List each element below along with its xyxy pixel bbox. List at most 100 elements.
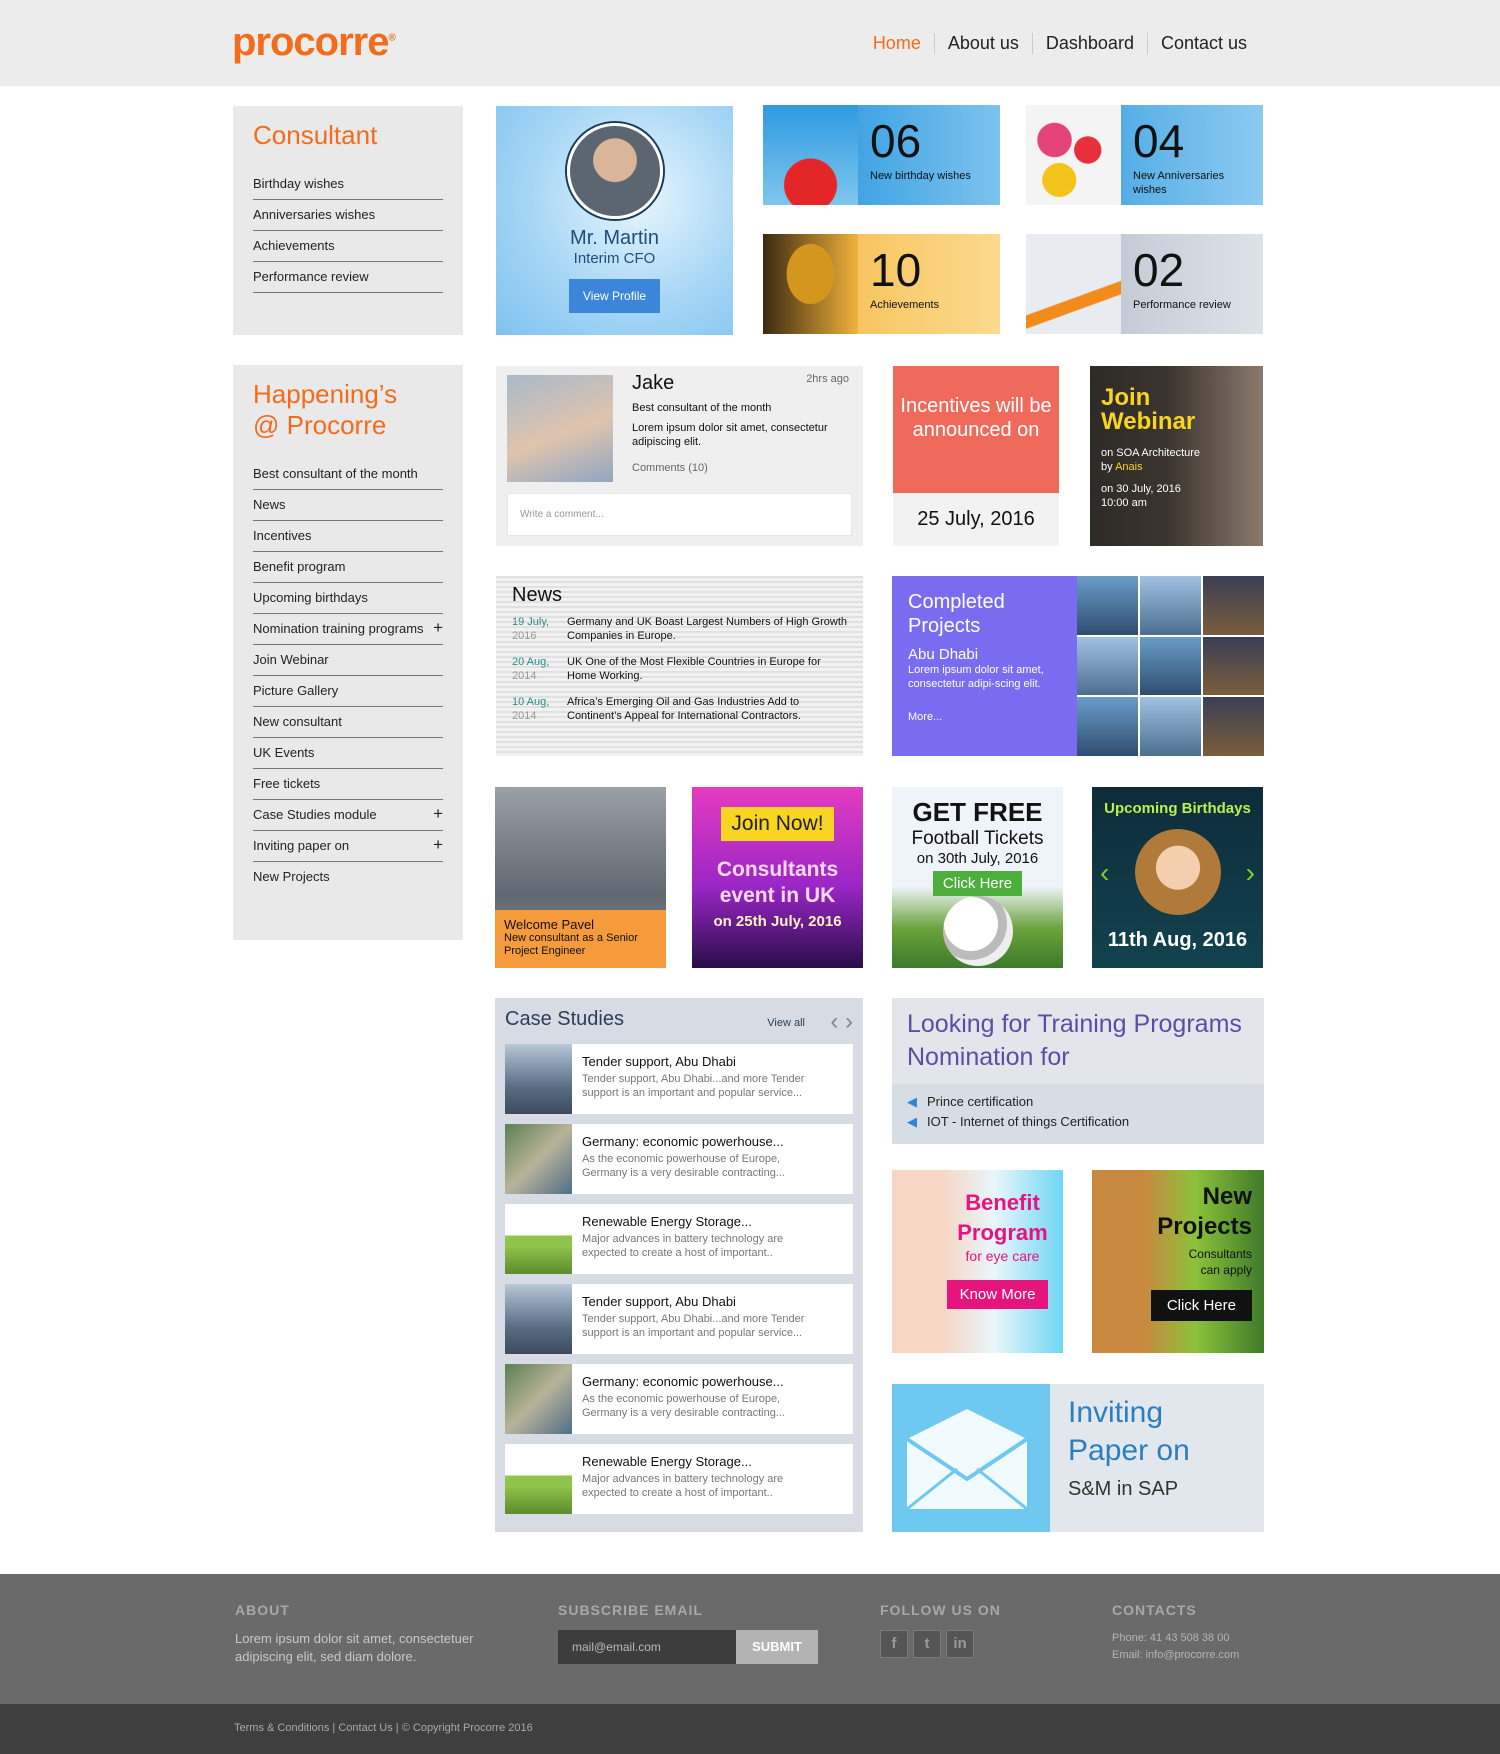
happenings-item[interactable]: Inviting paper on + — [253, 831, 443, 862]
stat-label: Performance review — [1133, 299, 1231, 311]
facebook-icon[interactable]: f — [880, 1630, 908, 1658]
footer-subscribe-title: SUBSCRIBE EMAIL — [558, 1602, 703, 1618]
nav-about[interactable]: About us — [933, 33, 1032, 54]
webinar-card[interactable]: Join Webinar on SOA Architecture by Anais … — [1090, 366, 1263, 546]
inviting-paper-card[interactable]: Inviting Paper on S&M in SAP — [892, 1384, 1264, 1532]
comment-input[interactable]: Write a comment... — [507, 493, 852, 536]
case-thumbnail — [505, 1284, 572, 1354]
consultant-item[interactable]: Birthday wishes — [253, 169, 443, 200]
project-gallery — [1077, 576, 1264, 756]
happenings-item[interactable]: Picture Gallery — [253, 676, 443, 707]
nav-dashboard[interactable]: Dashboard — [1031, 33, 1147, 54]
incentives-card[interactable]: Incentives will be announced on 25 July,… — [893, 366, 1059, 546]
gallery-image[interactable] — [1140, 636, 1201, 696]
news-text: Africa’s Emerging Oil and Gas Industries… — [567, 696, 801, 722]
copyright-bar[interactable]: Terms & Conditions | Contact Us | © Copy… — [0, 1704, 1500, 1754]
linkedin-icon[interactable]: in — [946, 1630, 974, 1658]
footer-email[interactable]: Email: info@procorre.com — [1112, 1647, 1239, 1664]
case-body: Tender support, Abu Dhabi...and more Ten… — [582, 1073, 805, 1099]
happenings-item[interactable]: Best consultant of the month — [253, 459, 443, 490]
join-now-button[interactable]: Join Now! — [721, 807, 834, 841]
case-studies-panel: Case Studies View all ‹ › Tender support… — [495, 998, 863, 1532]
training-item[interactable]: ◀ Prince certification — [907, 1094, 1249, 1110]
new-projects-button[interactable]: Click Here — [1150, 1290, 1252, 1321]
case-study-item[interactable]: Renewable Energy Storage... Major advance… — [505, 1204, 853, 1274]
welcome-body: New consultant as a Senior Project Engin… — [504, 932, 638, 957]
happenings-item[interactable]: News — [253, 490, 443, 521]
news-item[interactable]: 19 July, 2016 Germany and UK Boast Larges… — [512, 615, 847, 643]
post-comments-link[interactable]: Comments (10) — [632, 462, 708, 474]
happenings-item[interactable]: UK Events — [253, 738, 443, 769]
consultant-item[interactable]: Achievements — [253, 231, 443, 262]
happenings-item[interactable]: Incentives — [253, 521, 443, 552]
view-profile-button[interactable]: View Profile — [568, 279, 661, 313]
case-title: Germany: economic powerhouse... — [582, 1374, 784, 1389]
happenings-item[interactable]: Benefit program — [253, 552, 443, 583]
gallery-image[interactable] — [1077, 697, 1138, 756]
happenings-item[interactable]: Join Webinar — [253, 645, 443, 676]
happenings-panel: Happening’s @ Procorre Best consultant of… — [233, 365, 463, 940]
new-projects-sub: Consultants can apply — [1188, 1247, 1252, 1277]
footer-about-text: Lorem ipsum dolor sit amet, consectetuer… — [235, 1631, 474, 1664]
consultant-title: Consultant — [253, 120, 378, 150]
welcome-band: Welcome Pavel New consultant as a Senior… — [495, 910, 666, 968]
stat-performance-tile[interactable]: 02 Performance review — [1026, 234, 1263, 334]
gallery-image[interactable] — [1140, 576, 1201, 635]
consultant-item[interactable]: Anniversaries wishes — [253, 200, 443, 231]
subscribe-email-input[interactable]: mail@email.com — [558, 1630, 736, 1664]
view-all-link[interactable]: View all — [767, 1017, 805, 1029]
birthday-date: 11th Aug, 2016 — [1107, 929, 1248, 951]
nav-home[interactable]: Home — [860, 33, 934, 54]
stat-achievements-tile[interactable]: 10 Achievements — [763, 234, 1000, 334]
happenings-item[interactable]: Free tickets — [253, 769, 443, 800]
news-title: News — [512, 584, 563, 606]
more-link[interactable]: More... — [908, 711, 1061, 723]
next-arrow-icon[interactable]: › — [1246, 857, 1255, 889]
profile-role: Interim CFO — [573, 250, 656, 267]
case-study-item[interactable]: Tender support, Abu Dhabi Tender support,… — [505, 1044, 853, 1114]
procorre-logo[interactable]: procorre® — [232, 20, 396, 65]
case-body: As the economic powerhouse of Europe, Ge… — [582, 1153, 785, 1179]
stat-birthday-tile[interactable]: 06 New birthday wishes — [763, 105, 1000, 205]
gallery-image[interactable] — [1140, 697, 1201, 756]
expand-icon[interactable]: + — [433, 804, 443, 824]
news-item[interactable]: 10 Aug, 2014 Africa’s Emerging Oil and Ga… — [512, 695, 847, 723]
birthdays-title: Upcoming Birthdays — [1104, 800, 1251, 817]
welcome-pavel-card[interactable]: Welcome Pavel New consultant as a Senior… — [495, 787, 666, 968]
free-tickets-button[interactable]: Click Here — [932, 871, 1023, 896]
news-item[interactable]: 20 Aug, 2014 UK One of the Most Flexible … — [512, 655, 847, 683]
case-study-item[interactable]: Germany: economic powerhouse... As the ec… — [505, 1364, 853, 1434]
gallery-image[interactable] — [1203, 636, 1264, 696]
submit-button[interactable]: SUBMIT — [736, 1630, 818, 1664]
expand-icon[interactable]: + — [433, 835, 443, 855]
gallery-image[interactable] — [1203, 697, 1264, 756]
happenings-item[interactable]: New Projects — [253, 862, 443, 892]
prev-arrow-icon[interactable]: ‹ — [1100, 857, 1109, 889]
happenings-item[interactable]: Case Studies module + — [253, 800, 443, 831]
happenings-item[interactable]: Nomination training programs + — [253, 614, 443, 645]
post-author[interactable]: Jake — [632, 372, 674, 395]
site-header: procorre® Home About us Dashboard Contac… — [0, 0, 1500, 86]
gallery-image[interactable] — [1077, 636, 1138, 696]
case-study-item[interactable]: Renewable Energy Storage... Major advance… — [505, 1444, 853, 1514]
nav-contact[interactable]: Contact us — [1146, 33, 1260, 54]
stat-label: New birthday wishes — [870, 170, 971, 182]
benefit-program-card: Benefit Program for eye care Know More — [892, 1170, 1063, 1353]
training-item[interactable]: ◀ IOT - Internet of things Certification — [907, 1114, 1249, 1130]
case-title: Tender support, Abu Dhabi — [582, 1054, 736, 1069]
stat-anniversary-tile[interactable]: 04 New Anniversaries wishes — [1026, 105, 1263, 205]
happenings-item[interactable]: Upcoming birthdays — [253, 583, 443, 614]
case-study-item[interactable]: Germany: economic powerhouse... As the ec… — [505, 1124, 853, 1194]
chevron-left-icon[interactable]: ‹ — [830, 1008, 838, 1035]
consultant-item[interactable]: Performance review — [253, 262, 443, 293]
case-study-item[interactable]: Tender support, Abu Dhabi Tender support,… — [505, 1284, 853, 1354]
expand-icon[interactable]: + — [433, 618, 443, 638]
chevron-right-icon[interactable]: › — [845, 1008, 853, 1035]
know-more-button[interactable]: Know More — [946, 1280, 1049, 1309]
stat-number: 10 — [870, 244, 922, 296]
gallery-image[interactable] — [1077, 576, 1138, 635]
happenings-item[interactable]: New consultant — [253, 707, 443, 738]
twitter-icon[interactable]: t — [913, 1630, 941, 1658]
stat-number: 04 — [1133, 115, 1185, 167]
gallery-image[interactable] — [1203, 576, 1264, 635]
